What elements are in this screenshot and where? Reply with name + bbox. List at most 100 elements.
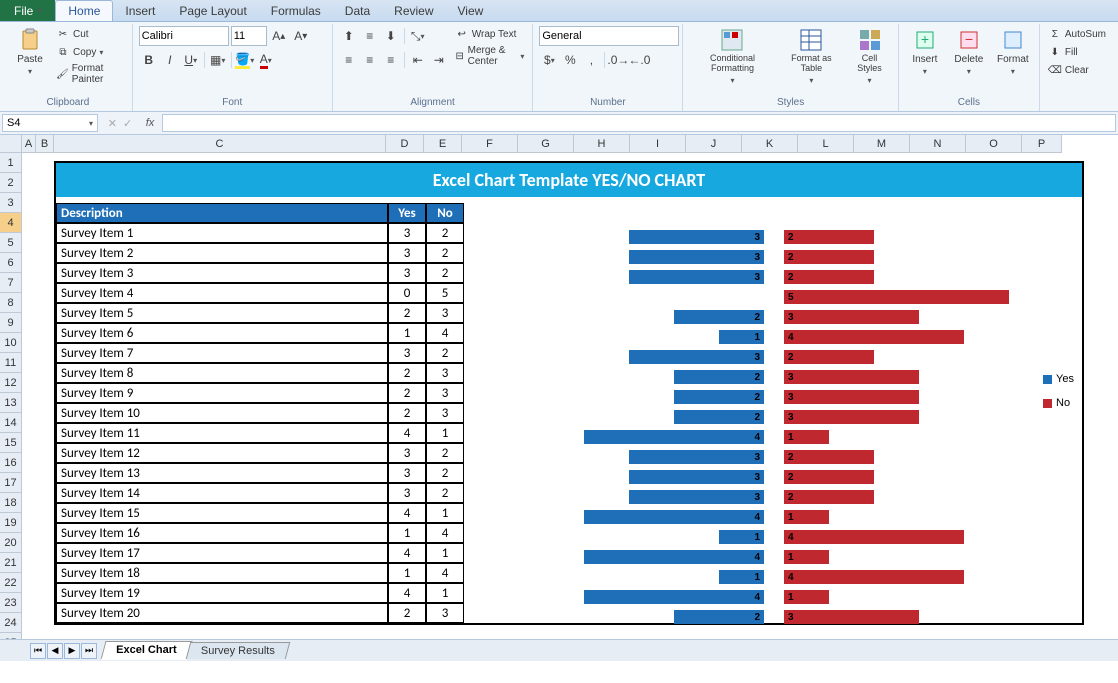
- cell-yes[interactable]: 3: [388, 443, 426, 463]
- cell-yes[interactable]: 0: [388, 283, 426, 303]
- cell-description[interactable]: Survey Item 5: [56, 303, 388, 323]
- row-head-4[interactable]: 4: [0, 213, 22, 233]
- increase-decimal-button[interactable]: .0→: [608, 50, 628, 70]
- clear-button[interactable]: ⌫Clear: [1046, 62, 1108, 78]
- cell-yes[interactable]: 4: [388, 583, 426, 603]
- row-head-17[interactable]: 17: [0, 473, 22, 493]
- align-top-button[interactable]: ⬆: [339, 26, 359, 46]
- header-no[interactable]: No: [426, 203, 464, 223]
- font-size-select[interactable]: [231, 26, 267, 46]
- align-right-button[interactable]: ≡: [381, 50, 401, 70]
- row-head-20[interactable]: 20: [0, 533, 22, 553]
- name-box[interactable]: S4▾: [2, 114, 98, 132]
- cell-no[interactable]: 2: [426, 343, 464, 363]
- cell-no[interactable]: 4: [426, 563, 464, 583]
- row-head-7[interactable]: 7: [0, 273, 22, 293]
- cell-yes[interactable]: 4: [388, 543, 426, 563]
- col-head-E[interactable]: E: [424, 135, 462, 153]
- cell-no[interactable]: 1: [426, 543, 464, 563]
- row-head-16[interactable]: 16: [0, 453, 22, 473]
- row-head-6[interactable]: 6: [0, 253, 22, 273]
- percent-button[interactable]: %: [560, 50, 580, 70]
- cell-no[interactable]: 2: [426, 483, 464, 503]
- align-left-button[interactable]: ≡: [339, 50, 359, 70]
- cell-description[interactable]: Survey Item 18: [56, 563, 388, 583]
- decrease-font-button[interactable]: A▾: [291, 26, 311, 46]
- cell-description[interactable]: Survey Item 11: [56, 423, 388, 443]
- row-head-24[interactable]: 24: [0, 613, 22, 633]
- font-color-button[interactable]: A▾: [256, 50, 276, 70]
- sheet-nav-next[interactable]: ▶: [64, 643, 80, 659]
- format-as-table-button[interactable]: Format as Table▾: [780, 26, 844, 87]
- cut-button[interactable]: ✂Cut: [54, 26, 126, 42]
- cell-description[interactable]: Survey Item 17: [56, 543, 388, 563]
- row-head-18[interactable]: 18: [0, 493, 22, 513]
- cell-yes[interactable]: 3: [388, 223, 426, 243]
- sheet-tab-excel-chart[interactable]: Excel Chart: [100, 641, 192, 660]
- col-head-H[interactable]: H: [574, 135, 630, 153]
- row-head-14[interactable]: 14: [0, 413, 22, 433]
- cell-no[interactable]: 1: [426, 503, 464, 523]
- cell-description[interactable]: Survey Item 20: [56, 603, 388, 623]
- insert-cells-button[interactable]: +Insert▾: [905, 26, 945, 78]
- tab-insert[interactable]: Insert: [113, 0, 167, 21]
- col-head-C[interactable]: C: [54, 135, 386, 153]
- cell-description[interactable]: Survey Item 15: [56, 503, 388, 523]
- row-head-5[interactable]: 5: [0, 233, 22, 253]
- bold-button[interactable]: B: [139, 50, 159, 70]
- cell-no[interactable]: 2: [426, 443, 464, 463]
- decrease-indent-button[interactable]: ⇤: [408, 50, 428, 70]
- col-head-P[interactable]: P: [1022, 135, 1062, 153]
- row-head-21[interactable]: 21: [0, 553, 22, 573]
- cell-description[interactable]: Survey Item 13: [56, 463, 388, 483]
- cell-yes[interactable]: 1: [388, 323, 426, 343]
- fill-button[interactable]: ⬇Fill: [1046, 44, 1108, 60]
- cell-description[interactable]: Survey Item 16: [56, 523, 388, 543]
- tab-review[interactable]: Review: [382, 0, 445, 21]
- tab-data[interactable]: Data: [333, 0, 382, 21]
- cell-description[interactable]: Survey Item 1: [56, 223, 388, 243]
- row-head-13[interactable]: 13: [0, 393, 22, 413]
- cell-no[interactable]: 2: [426, 263, 464, 283]
- align-center-button[interactable]: ≡: [360, 50, 380, 70]
- copy-button[interactable]: ⧉Copy ▾: [54, 44, 126, 60]
- cell-yes[interactable]: 3: [388, 243, 426, 263]
- align-bottom-button[interactable]: ⬇: [381, 26, 401, 46]
- fx-icon[interactable]: fx: [140, 112, 160, 134]
- format-painter-button[interactable]: 🖌Format Painter: [54, 62, 126, 86]
- col-head-L[interactable]: L: [798, 135, 854, 153]
- number-format-select[interactable]: [539, 26, 679, 46]
- row-head-19[interactable]: 19: [0, 513, 22, 533]
- sheet-nav-last[interactable]: ⏭: [81, 643, 97, 659]
- col-head-G[interactable]: G: [518, 135, 574, 153]
- col-head-J[interactable]: J: [686, 135, 742, 153]
- cell-yes[interactable]: 4: [388, 423, 426, 443]
- row-head-9[interactable]: 9: [0, 313, 22, 333]
- increase-indent-button[interactable]: ⇥: [429, 50, 449, 70]
- col-head-D[interactable]: D: [386, 135, 424, 153]
- cell-yes[interactable]: 3: [388, 263, 426, 283]
- cell-yes[interactable]: 1: [388, 563, 426, 583]
- formula-bar[interactable]: [162, 114, 1116, 132]
- tab-home[interactable]: Home: [55, 0, 113, 21]
- cell-no[interactable]: 3: [426, 383, 464, 403]
- autosum-button[interactable]: ΣAutoSum: [1046, 26, 1108, 42]
- cell-description[interactable]: Survey Item 12: [56, 443, 388, 463]
- row-head-10[interactable]: 10: [0, 333, 22, 353]
- header-yes[interactable]: Yes: [388, 203, 426, 223]
- cell-yes[interactable]: 1: [388, 523, 426, 543]
- cell-description[interactable]: Survey Item 7: [56, 343, 388, 363]
- cell-no[interactable]: 4: [426, 523, 464, 543]
- merge-center-button[interactable]: ⊟Merge & Center ▾: [453, 44, 527, 68]
- cell-no[interactable]: 2: [426, 243, 464, 263]
- font-name-select[interactable]: [139, 26, 229, 46]
- italic-button[interactable]: I: [160, 50, 180, 70]
- increase-font-button[interactable]: A▴: [269, 26, 289, 46]
- cell-yes[interactable]: 4: [388, 503, 426, 523]
- delete-cells-button[interactable]: −Delete▾: [949, 26, 989, 78]
- cell-description[interactable]: Survey Item 6: [56, 323, 388, 343]
- sheet-nav-first[interactable]: ⏮: [30, 643, 46, 659]
- cell-no[interactable]: 3: [426, 403, 464, 423]
- cell-no[interactable]: 2: [426, 223, 464, 243]
- row-head-22[interactable]: 22: [0, 573, 22, 593]
